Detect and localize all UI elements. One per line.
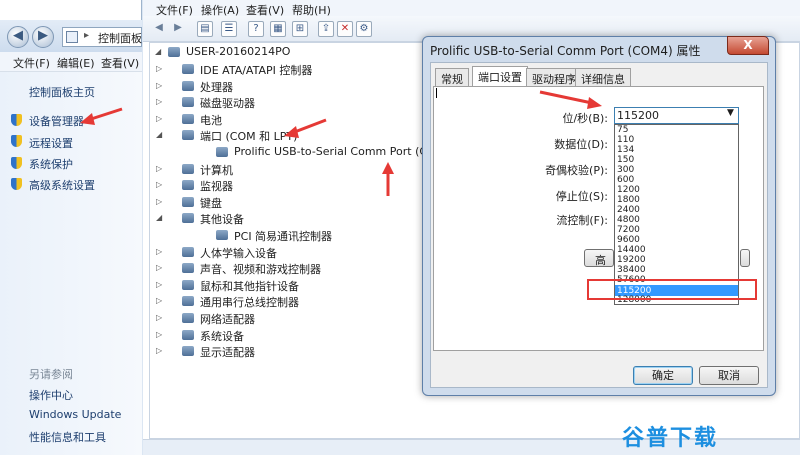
arrow-device-manager bbox=[80, 107, 123, 125]
arrow-baud-rate bbox=[539, 90, 602, 109]
arrow-ports bbox=[284, 118, 327, 138]
watermark-text: 谷普下载 bbox=[622, 426, 719, 451]
arrow-com4 bbox=[382, 162, 394, 196]
annotation-arrows bbox=[80, 90, 602, 196]
